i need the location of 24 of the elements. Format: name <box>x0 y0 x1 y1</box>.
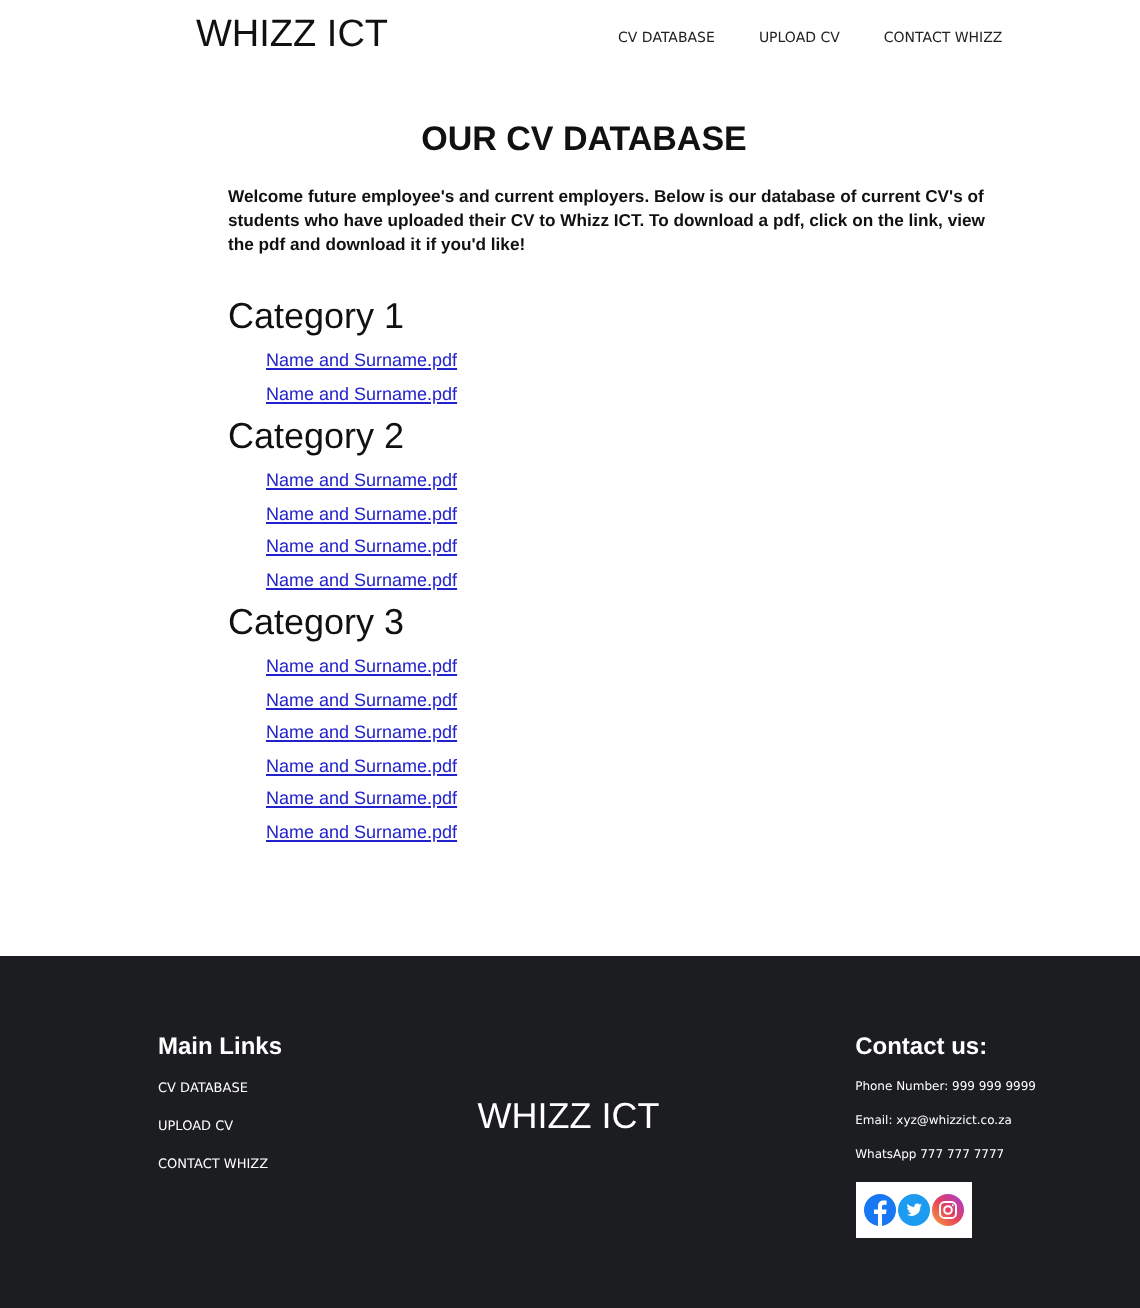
category-heading: Category 1 <box>228 296 405 338</box>
pdf-link[interactable]: Name and Surname.pdf <box>266 563 458 596</box>
facebook-icon[interactable] <box>863 1194 896 1226</box>
pdf-link[interactable]: Name and Surname.pdf <box>266 530 458 563</box>
footer-heading: Main Links <box>158 1032 283 1060</box>
footer-heading: Contact us: <box>855 1032 988 1060</box>
pdf-link[interactable]: Name and Surname.pdf <box>266 344 458 377</box>
pdf-link[interactable]: Name and Surname.pdf <box>266 716 458 749</box>
footer-logo: WHIZZ ICT <box>475 1094 662 1140</box>
pdf-link[interactable]: Name and Surname.pdf <box>266 749 458 782</box>
pdf-link[interactable]: Name and Surname.pdf <box>266 497 458 530</box>
pdf-link[interactable]: Name and Surname.pdf <box>266 683 458 716</box>
pdf-link[interactable]: Name and Surname.pdf <box>266 464 458 497</box>
pdf-link[interactable]: Name and Surname.pdf <box>266 650 458 683</box>
pdf-link[interactable]: Name and Surname.pdf <box>266 782 458 815</box>
category-heading: Category 2 <box>228 416 405 458</box>
site-logo: WHIZZ ICT <box>196 14 389 58</box>
camera-icon[interactable] <box>931 1194 964 1226</box>
category-heading: Category 3 <box>228 602 405 644</box>
page-title: OUR CV DATABASE <box>419 120 749 160</box>
pdf-link[interactable]: Name and Surname.pdf <box>266 377 458 410</box>
bird-icon[interactable] <box>897 1194 930 1226</box>
pdf-link[interactable]: Name and Surname.pdf <box>266 815 458 848</box>
intro-paragraph: Welcome future employee's and current employers. Below is our database of current CV's of students who have uploaded their CV to Whizz ICT. To download a pdf, click on the link, view the pdf and download it if you'd like! <box>228 184 987 256</box>
